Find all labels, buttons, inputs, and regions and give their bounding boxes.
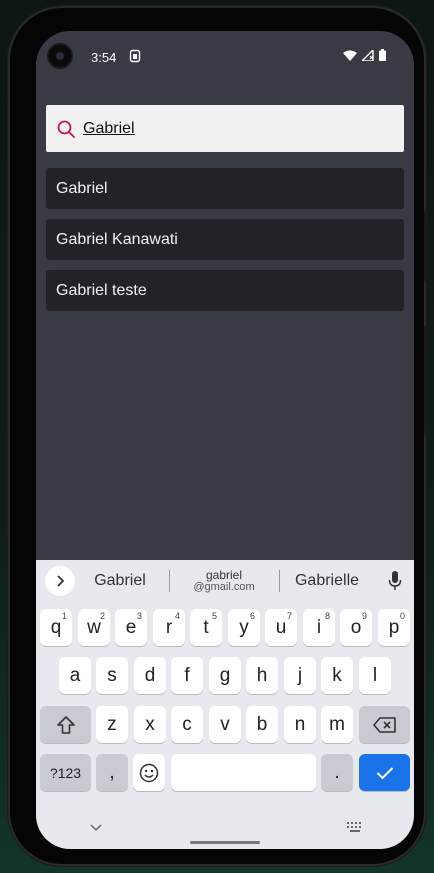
key-k[interactable]: k [321,657,353,694]
expand-toolbar-button[interactable] [45,566,75,596]
key-label: u [275,616,287,638]
symbols-key[interactable]: ?123 [40,754,91,791]
soft-keyboard: Gabriel gabriel @gmail.com Gabrielle q1 … [36,560,414,849]
key-hint: 7 [286,611,292,621]
key-j[interactable]: j [284,657,316,694]
key-hint: 1 [61,611,67,621]
key-hint: 0 [399,611,405,621]
period-key[interactable]: . [321,754,353,791]
phone-frame: 3:54 Gabriel Gabriel Gabriel Kanawati Ga… [8,6,428,866]
list-item[interactable]: Gabriel [46,168,404,209]
key-w[interactable]: w2 [78,609,110,646]
key-label: q [50,616,62,638]
key-label: y [239,616,249,638]
key-t[interactable]: t5 [190,609,222,646]
search-icon [57,120,75,138]
suggestion-divider [169,570,170,592]
key-hint: 6 [249,611,255,621]
sim-card-icon [129,49,141,63]
key-x[interactable]: x [134,706,166,743]
shift-icon [56,715,75,734]
suggestion-left[interactable]: Gabriel [82,560,158,602]
hide-keyboard-icon[interactable] [90,824,102,832]
home-gesture-bar[interactable] [190,841,260,844]
key-q[interactable]: q1 [40,609,72,646]
key-hint: 9 [361,611,367,621]
key-m[interactable]: m [321,706,353,743]
suggestion-strip: Gabriel gabriel @gmail.com Gabrielle [36,560,414,602]
microphone-icon[interactable] [388,571,402,591]
space-key[interactable] [171,754,316,791]
search-results-list: Gabriel Gabriel Kanawati Gabriel teste [46,168,404,321]
status-bar: 3:54 [36,31,414,81]
key-a[interactable]: a [59,657,91,694]
suggestion-center-line1: gabriel [205,567,243,582]
key-y[interactable]: y6 [228,609,260,646]
keyboard-switcher-icon[interactable] [347,822,363,833]
key-r[interactable]: r4 [153,609,185,646]
key-hint: 3 [136,611,142,621]
search-input[interactable] [83,117,383,141]
emoji-icon [139,763,159,782]
backspace-icon [372,716,396,733]
power-button [424,211,428,281]
navigation-bar [36,813,414,849]
status-icons [343,49,386,61]
key-i[interactable]: i8 [303,609,335,646]
suggestion-center-line2: @gmail.com [193,580,255,593]
done-key[interactable] [359,754,410,791]
suggestion-right[interactable]: Gabrielle [282,560,372,602]
key-s[interactable]: s [96,657,128,694]
key-label: i [316,616,322,638]
key-label: e [125,616,137,638]
key-v[interactable]: v [209,706,241,743]
key-l[interactable]: l [359,657,391,694]
key-g[interactable]: g [209,657,241,694]
key-f[interactable]: f [171,657,203,694]
key-p[interactable]: p0 [378,609,410,646]
suggestion-center[interactable]: gabriel @gmail.com [172,560,276,602]
key-label: t [203,616,209,638]
shift-key[interactable] [40,706,91,743]
key-hint: 4 [174,611,180,621]
status-time: 3:54 [91,50,117,65]
battery-icon [379,49,386,61]
key-label: r [165,616,173,638]
key-hint: 8 [324,611,330,621]
search-bar[interactable] [46,105,404,152]
key-h[interactable]: h [246,657,278,694]
wifi-icon [343,50,357,61]
front-camera [47,43,73,69]
key-label: o [350,616,362,638]
volume-button [424,326,428,436]
emoji-key[interactable] [133,754,165,791]
checkmark-icon [376,766,393,779]
key-label: w [87,616,101,638]
key-e[interactable]: e3 [115,609,147,646]
suggestion-divider [279,570,280,592]
key-label: p [388,616,400,638]
list-item[interactable]: Gabriel Kanawati [46,219,404,260]
backspace-key[interactable] [359,706,410,743]
screen: 3:54 Gabriel Gabriel Gabriel Kanawati Ga… [36,31,414,849]
key-b[interactable]: b [246,706,278,743]
list-item[interactable]: Gabriel teste [46,270,404,311]
key-u[interactable]: u7 [265,609,297,646]
key-o[interactable]: o9 [340,609,372,646]
key-n[interactable]: n [284,706,316,743]
key-d[interactable]: d [134,657,166,694]
comma-key[interactable]: , [96,754,128,791]
key-c[interactable]: c [171,706,203,743]
key-z[interactable]: z [96,706,128,743]
key-hint: 2 [99,611,105,621]
cellular-signal-icon [362,49,374,61]
key-hint: 5 [211,611,217,621]
chevron-right-icon [57,575,65,587]
